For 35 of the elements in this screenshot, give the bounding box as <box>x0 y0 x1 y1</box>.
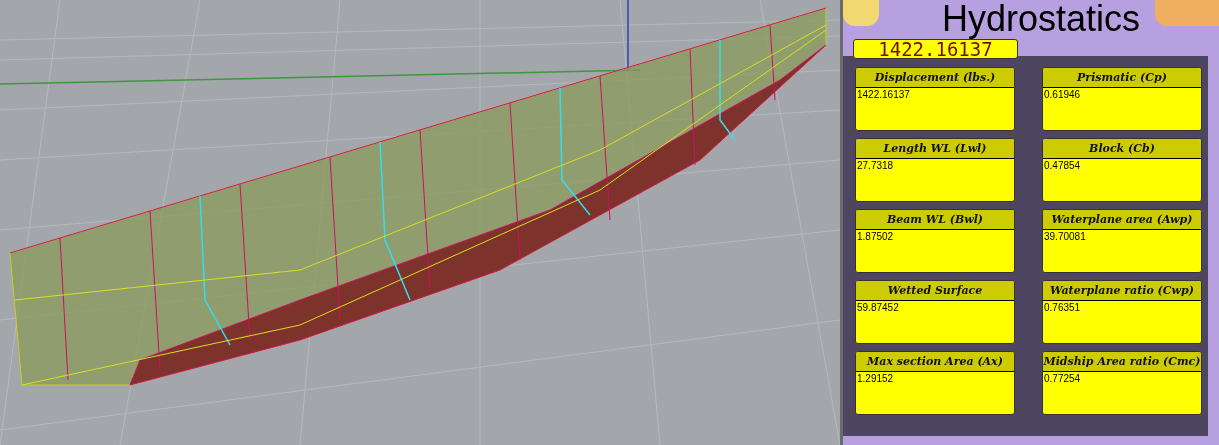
text-panel[interactable]: Prismatic (Cp) 0.61946 <box>1042 67 1202 131</box>
panel-value: 27.7318 <box>856 159 895 173</box>
text-panel[interactable]: Beam WL (Bwl) 1.87502 <box>855 209 1015 273</box>
panel-label: Waterplane area (Awp) <box>1043 210 1201 230</box>
title: Hydrostatics <box>941 1 1141 37</box>
panel-label: Midship Area ratio (Cmc) <box>1043 352 1201 372</box>
panel-value: 1.29152 <box>856 372 895 386</box>
text-panel[interactable]: Wetted Surface 59.87452 <box>855 280 1015 344</box>
text-panel[interactable]: Length WL (Lwl) 27.7318 <box>855 138 1015 202</box>
text-panel[interactable]: Waterplane ratio (Cwp) 0.76351 <box>1042 280 1202 344</box>
panel-value: 1.87502 <box>856 230 895 244</box>
panel-label: Prismatic (Cp) <box>1043 68 1201 88</box>
viewport[interactable] <box>0 0 840 445</box>
panel-label: Length WL (Lwl) <box>856 139 1014 159</box>
text-panel[interactable]: Midship Area ratio (Cmc) 0.77254 <box>1042 351 1202 415</box>
panel-label: Displacement (lbs.) <box>856 68 1014 88</box>
text-panel[interactable]: Max section Area (Ax) 1.29152 <box>855 351 1015 415</box>
panel-label: Wetted Surface <box>856 281 1014 301</box>
panel-value: 0.76351 <box>1043 301 1082 315</box>
panel-value: 39.70081 <box>1043 230 1087 244</box>
panel-value: 0.61946 <box>1043 88 1082 102</box>
panel-label: Max section Area (Ax) <box>856 352 1014 372</box>
panel-label: Waterplane ratio (Cwp) <box>1043 281 1201 301</box>
number-value: 1422.16137 <box>878 39 993 59</box>
panel-label: Block (Cb) <box>1043 139 1201 159</box>
component-edge <box>843 0 879 26</box>
number-panel[interactable]: 1422.16137 <box>853 39 1018 59</box>
panel-value: 1422.16137 <box>856 88 911 102</box>
text-panel[interactable]: Block (Cb) 0.47854 <box>1042 138 1202 202</box>
panel-value: 0.77254 <box>1043 372 1082 386</box>
text-panel[interactable]: Waterplane area (Awp) 39.70081 <box>1042 209 1202 273</box>
panel-label: Beam WL (Bwl) <box>856 210 1014 230</box>
panel-value: 59.87452 <box>856 301 900 315</box>
panel-value: 0.47854 <box>1043 159 1082 173</box>
text-panel[interactable]: Displacement (lbs.) 1422.16137 <box>855 67 1015 131</box>
